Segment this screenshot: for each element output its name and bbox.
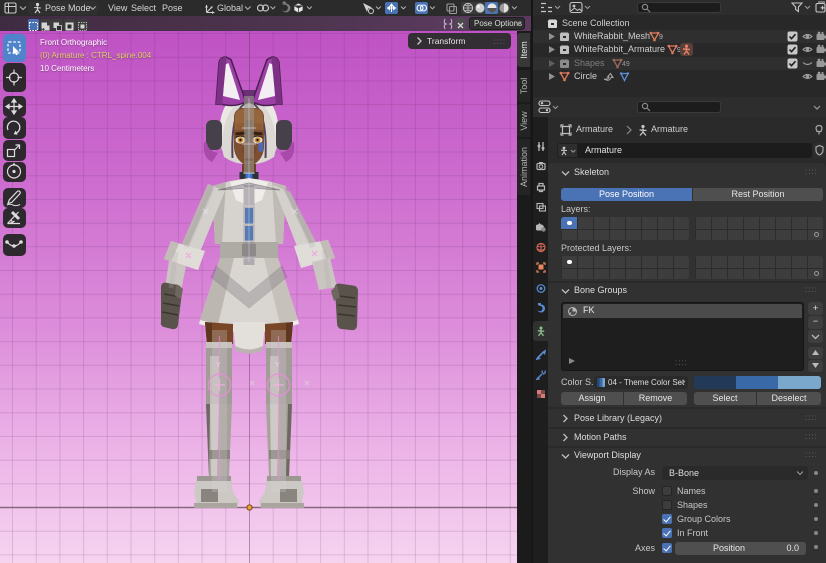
svg-text:Y: Y <box>275 362 280 369</box>
svg-text:Y: Y <box>216 362 221 369</box>
